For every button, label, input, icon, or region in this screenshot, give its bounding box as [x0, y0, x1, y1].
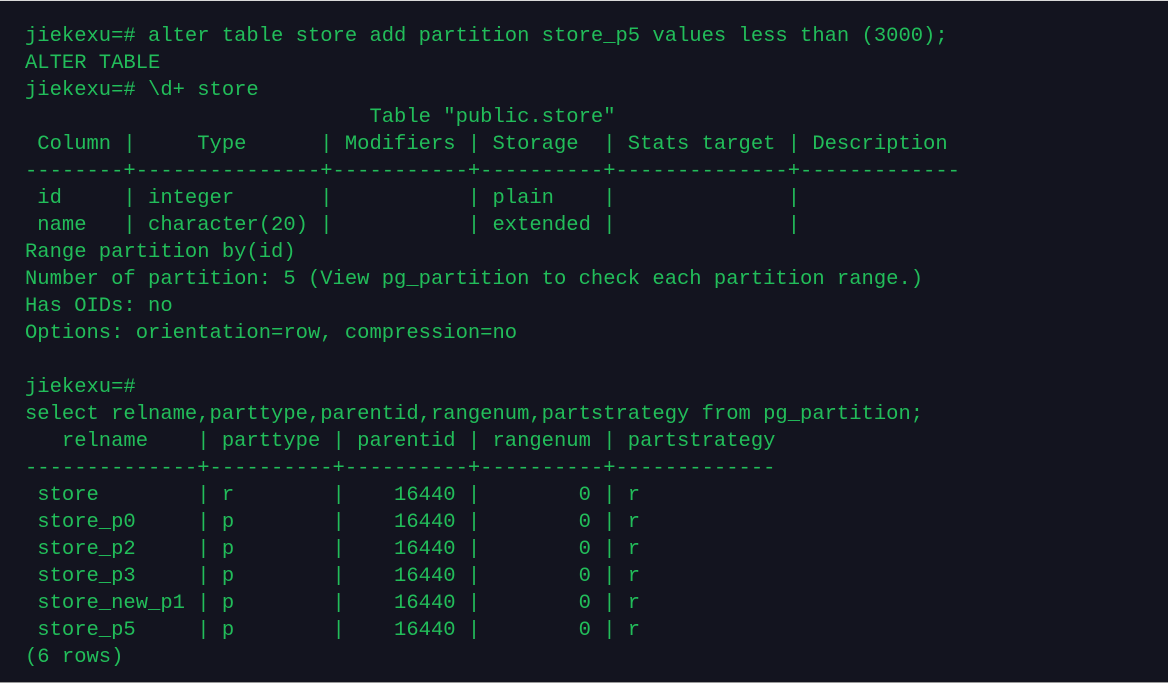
- table-title: Table "public.store": [25, 106, 616, 129]
- table-header: relname | parttype | parentid | rangenum…: [25, 430, 776, 453]
- table-row: store_new_p1 | p | 16440 | 0 | r: [25, 592, 641, 615]
- output-line: Number of partition: 5 (View pg_partitio…: [25, 268, 924, 291]
- command-line: jiekexu=# \d+ store: [25, 79, 259, 102]
- table-separator: --------------+----------+----------+---…: [25, 457, 776, 480]
- table-row: store_p5 | p | 16440 | 0 | r: [25, 619, 641, 642]
- table-row: name | character(20) | | extended | |: [25, 214, 801, 237]
- table-separator: --------+---------------+-----------+---…: [25, 160, 960, 183]
- command-line: select relname,parttype,parentid,rangenu…: [25, 403, 924, 426]
- prompt-line: jiekexu=#: [25, 376, 136, 399]
- table-row: store_p0 | p | 16440 | 0 | r: [25, 511, 641, 534]
- output-line: ALTER TABLE: [25, 52, 161, 75]
- output-line: Range partition by(id): [25, 241, 296, 264]
- command-line: jiekexu=# alter table store add partitio…: [25, 25, 948, 48]
- terminal-output: jiekexu=# alter table store add partitio…: [0, 23, 960, 671]
- terminal-window[interactable]: jiekexu=# alter table store add partitio…: [0, 0, 1168, 683]
- table-row: id | integer | | plain | |: [25, 187, 801, 210]
- row-count: (6 rows): [25, 646, 124, 669]
- output-line: Options: orientation=row, compression=no: [25, 322, 518, 345]
- table-header: Column | Type | Modifiers | Storage | St…: [25, 133, 948, 156]
- table-row: store_p3 | p | 16440 | 0 | r: [25, 565, 641, 588]
- table-row: store_p2 | p | 16440 | 0 | r: [25, 538, 641, 561]
- output-line: Has OIDs: no: [25, 295, 173, 318]
- table-row: store | r | 16440 | 0 | r: [25, 484, 641, 507]
